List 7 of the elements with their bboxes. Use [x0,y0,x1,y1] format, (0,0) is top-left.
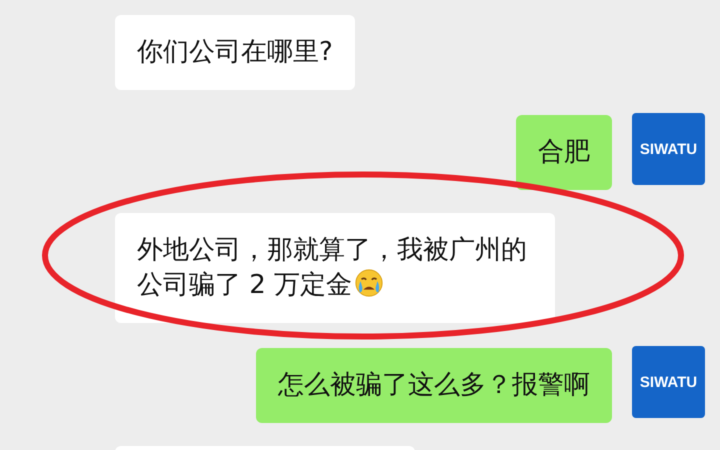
avatar-logo[interactable]: SIWATU [632,346,705,418]
message-bubble: 外地公司，那就算了，我被广州的公司骗了 2 万定金 [115,213,555,323]
message-bubble: 合肥 [516,115,612,190]
message-bubble: 怎么被骗了这么多？报警啊 [256,348,612,423]
crying-face-icon [354,268,384,298]
message-bubble: 你们公司在哪里? [115,15,355,90]
avatar-logo[interactable]: SIWATU [632,113,705,185]
